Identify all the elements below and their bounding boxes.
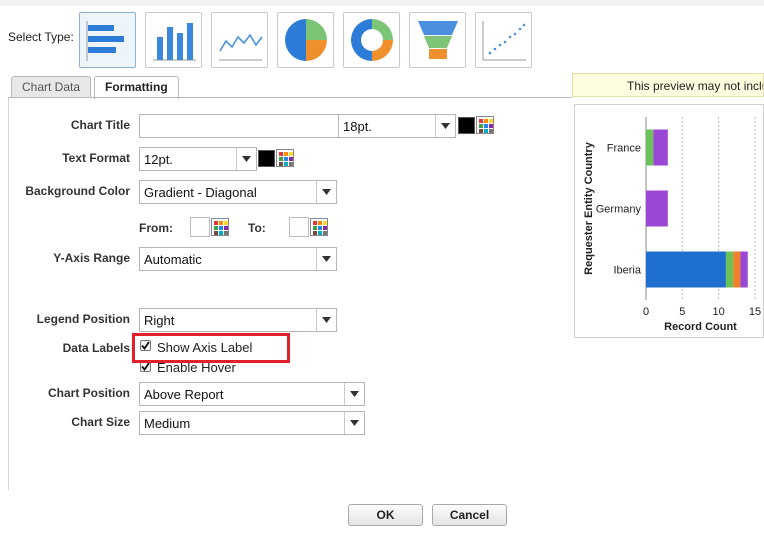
text-format-color-swatch[interactable]: [258, 150, 275, 167]
x-tick-label: 0: [643, 306, 649, 318]
chart-title-size-select[interactable]: 18pt.: [338, 114, 456, 138]
y-axis-label: Requester Entity Country: [583, 141, 595, 275]
text-format-size-value: 12pt.: [144, 152, 173, 167]
tabs-divider: [8, 97, 572, 98]
chart-type-horizontal-bar-button[interactable]: [79, 12, 136, 68]
chart-position-value: Above Report: [144, 387, 224, 402]
bar-segment: [646, 251, 726, 288]
to-color-swatch[interactable]: [289, 217, 309, 237]
color-palette-icon[interactable]: [211, 218, 229, 236]
chart-position-select[interactable]: Above Report: [139, 382, 365, 406]
chart-size-select[interactable]: Medium: [139, 411, 365, 435]
pie-chart-icon: [284, 19, 327, 61]
select-type-label: Select Type:: [8, 30, 74, 44]
x-tick-label: 10: [713, 306, 725, 318]
chart-type-line-button[interactable]: [211, 12, 268, 68]
cancel-button[interactable]: Cancel: [432, 504, 507, 526]
background-color-value: Gradient - Diagonal: [144, 185, 257, 200]
chevron-down-icon: [435, 115, 455, 137]
bar-segment: [646, 190, 668, 227]
x-tick-label: 5: [679, 306, 685, 318]
color-palette-icon[interactable]: [476, 116, 494, 134]
chart-type-vertical-bar-button[interactable]: [145, 12, 202, 68]
line-chart-icon: [218, 33, 263, 61]
ok-button[interactable]: OK: [348, 504, 423, 526]
chart-position-label: Chart Position: [47, 386, 130, 400]
chevron-down-icon: [344, 383, 364, 405]
text-format-label: Text Format: [62, 151, 130, 165]
text-format-size-select[interactable]: 12pt.: [139, 147, 257, 171]
chevron-down-icon: [236, 148, 256, 170]
chart-title-color-swatch[interactable]: [458, 117, 475, 134]
chart-size-value: Medium: [144, 416, 191, 431]
y-axis-range-label: Y-Axis Range: [53, 251, 130, 265]
chart-title-size-value: 18pt.: [343, 119, 372, 134]
bar-segment: [653, 129, 668, 166]
top-bar: [0, 0, 764, 6]
category-label: Germany: [596, 204, 642, 216]
legend-position-value: Right: [144, 313, 175, 328]
tab-chart-data[interactable]: Chart Data: [11, 76, 92, 98]
background-color-label: Background Color: [25, 184, 130, 198]
scatter-chart-icon: [482, 21, 526, 61]
from-label: From:: [139, 221, 173, 235]
chevron-down-icon: [316, 309, 336, 331]
legend-position-select[interactable]: Right: [139, 308, 337, 332]
horizontal-bar-chart-icon: [86, 21, 124, 61]
chart-size-label: Chart Size: [71, 415, 130, 429]
bar-segment: [740, 251, 748, 288]
chart-type-pie-button[interactable]: [277, 12, 334, 68]
bar-segment: [646, 129, 654, 166]
chevron-down-icon: [316, 248, 336, 270]
chart-type-scatter-button[interactable]: [475, 12, 532, 68]
bar-segment: [725, 251, 734, 288]
chart-preview: France Germany Iberia 0 5 10 15 Record Count Req…: [574, 104, 764, 338]
chevron-down-icon: [316, 181, 336, 203]
tab-formatting[interactable]: Formatting: [94, 76, 179, 99]
chart-title-label: Chart Title: [70, 118, 130, 132]
chart-title-input[interactable]: [139, 114, 339, 138]
background-color-select[interactable]: Gradient - Diagonal: [139, 180, 337, 204]
to-label: To:: [248, 221, 266, 235]
color-palette-icon[interactable]: [310, 218, 328, 236]
preview-note: This preview may not inclu: [572, 73, 764, 97]
y-axis-range-select[interactable]: Automatic: [139, 247, 337, 271]
chevron-down-icon: [344, 412, 364, 434]
highlight-box: [132, 333, 290, 363]
color-palette-icon[interactable]: [276, 149, 294, 167]
data-labels-label: Data Labels: [62, 341, 130, 355]
from-color-swatch[interactable]: [190, 217, 210, 237]
chart-type-donut-button[interactable]: [343, 12, 400, 68]
category-label: France: [607, 143, 641, 155]
donut-chart-icon: [350, 19, 393, 61]
legend-position-label: Legend Position: [36, 312, 130, 326]
y-axis-range-value: Automatic: [144, 252, 202, 267]
funnel-chart-icon: [417, 21, 458, 59]
chart-type-funnel-button[interactable]: [409, 12, 466, 68]
checkmark-icon: [141, 362, 150, 371]
vertical-bar-chart-icon: [152, 23, 196, 61]
bar-segment: [733, 251, 741, 288]
x-axis-label: Record Count: [664, 321, 737, 333]
preview-chart: France Germany Iberia 0 5 10 15 Record Count Req…: [583, 117, 761, 333]
category-label: Iberia: [613, 265, 641, 277]
x-tick-label: 15: [749, 306, 761, 318]
